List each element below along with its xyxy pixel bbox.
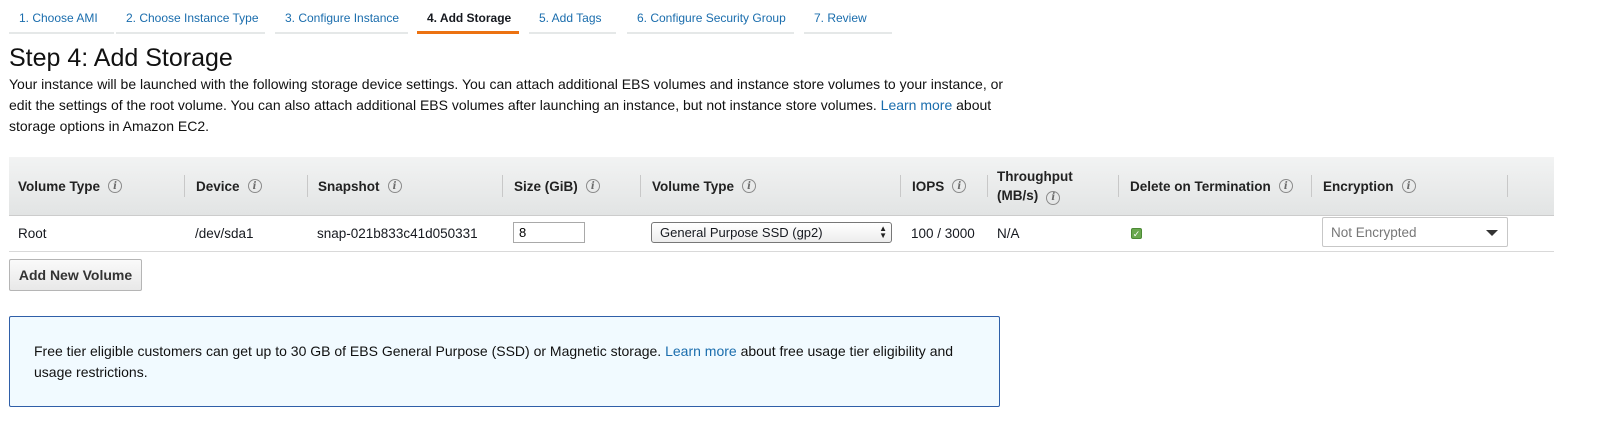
col-size: Size (GiB) i xyxy=(503,157,641,215)
col-device: Device i xyxy=(185,157,308,215)
col-delete-on-termination-label: Delete on Termination xyxy=(1130,178,1271,194)
col-volume-type-label: Volume Type xyxy=(18,178,101,194)
col-iops-label: IOPS xyxy=(912,178,945,194)
cell-snapshot: snap-021b833c41d050331 xyxy=(317,226,478,241)
col-volume-type: Volume Type i xyxy=(9,157,185,215)
free-tier-learn-more-link[interactable]: Learn more xyxy=(665,343,737,359)
learn-more-link[interactable]: Learn more xyxy=(881,97,953,113)
tab-review[interactable]: 7. Review xyxy=(804,0,892,34)
table-header: Volume Type i Device i Snapshot i Size (… xyxy=(9,157,1554,216)
info-icon[interactable]: i xyxy=(1046,190,1061,205)
col-encryption: Encryption i xyxy=(1312,157,1508,215)
cell-volume-type: Root xyxy=(18,226,47,241)
page-title: Step 4: Add Storage xyxy=(9,44,233,72)
throughput-label-line-2: (MB/s) xyxy=(997,188,1039,203)
info-icon[interactable]: i xyxy=(247,179,262,193)
description-text: Your instance will be launched with the … xyxy=(9,76,1004,113)
add-new-volume-button[interactable]: Add New Volume xyxy=(9,259,142,291)
volume-type-value: General Purpose SSD (gp2) xyxy=(660,225,823,240)
col-iops: IOPS i xyxy=(901,157,988,215)
column-divider[interactable] xyxy=(1507,175,1508,197)
tab-configure-security-group[interactable]: 6. Configure Security Group xyxy=(627,0,794,34)
throughput-label-line-1: Throughput xyxy=(997,169,1073,184)
col-ebs-volume-type: Volume Type i xyxy=(641,157,901,215)
tab-add-storage[interactable]: 4. Add Storage xyxy=(417,0,519,34)
col-throughput-label: Throughput (MB/s) i xyxy=(997,167,1073,205)
volume-type-select[interactable]: General Purpose SSD (gp2) ▲ ▼ xyxy=(651,222,892,243)
info-icon[interactable]: i xyxy=(1401,179,1416,193)
col-snapshot: Snapshot i xyxy=(308,157,503,215)
info-icon[interactable]: i xyxy=(742,179,757,193)
table-row: Root /dev/sda1 snap-021b833c41d050331 Ge… xyxy=(9,216,1554,252)
info-text: Free tier eligible customers can get up … xyxy=(34,343,662,359)
delete-on-termination-checkbox[interactable]: ✓ xyxy=(1131,228,1142,239)
col-delete-on-termination: Delete on Termination i xyxy=(1119,157,1312,215)
info-icon[interactable]: i xyxy=(585,179,600,193)
tab-configure-instance[interactable]: 3. Configure Instance xyxy=(275,0,408,34)
select-arrows-icon: ▲ ▼ xyxy=(879,224,887,240)
tab-choose-instance-type[interactable]: 2. Choose Instance Type xyxy=(116,0,265,34)
free-tier-info-text: Free tier eligible customers can get up … xyxy=(34,341,964,383)
chevron-down-icon xyxy=(1486,230,1498,236)
info-icon[interactable]: i xyxy=(952,179,967,193)
tab-add-tags[interactable]: 5. Add Tags xyxy=(529,0,616,34)
cell-throughput: N/A xyxy=(997,226,1020,241)
col-throughput: Throughput (MB/s) i xyxy=(988,157,1119,215)
info-icon[interactable]: i xyxy=(108,179,123,193)
info-icon[interactable]: i xyxy=(1278,179,1293,193)
free-tier-info-box: Free tier eligible customers can get up … xyxy=(9,316,1000,407)
col-size-label: Size (GiB) xyxy=(514,178,578,194)
cell-device: /dev/sda1 xyxy=(195,226,254,241)
col-ebs-volume-type-label: Volume Type xyxy=(652,178,735,194)
info-icon[interactable]: i xyxy=(387,179,402,193)
size-input[interactable] xyxy=(513,222,585,243)
tab-choose-ami[interactable]: 1. Choose AMI xyxy=(9,0,114,34)
col-device-label: Device xyxy=(196,178,240,194)
col-encryption-label: Encryption xyxy=(1323,178,1394,194)
storage-table: Volume Type i Device i Snapshot i Size (… xyxy=(9,157,1554,252)
encryption-value: Not Encrypted xyxy=(1331,224,1417,240)
encryption-select[interactable]: Not Encrypted xyxy=(1322,217,1508,247)
page-description: Your instance will be launched with the … xyxy=(9,74,1019,137)
cell-iops: 100 / 3000 xyxy=(911,226,975,241)
col-snapshot-label: Snapshot xyxy=(318,178,380,194)
